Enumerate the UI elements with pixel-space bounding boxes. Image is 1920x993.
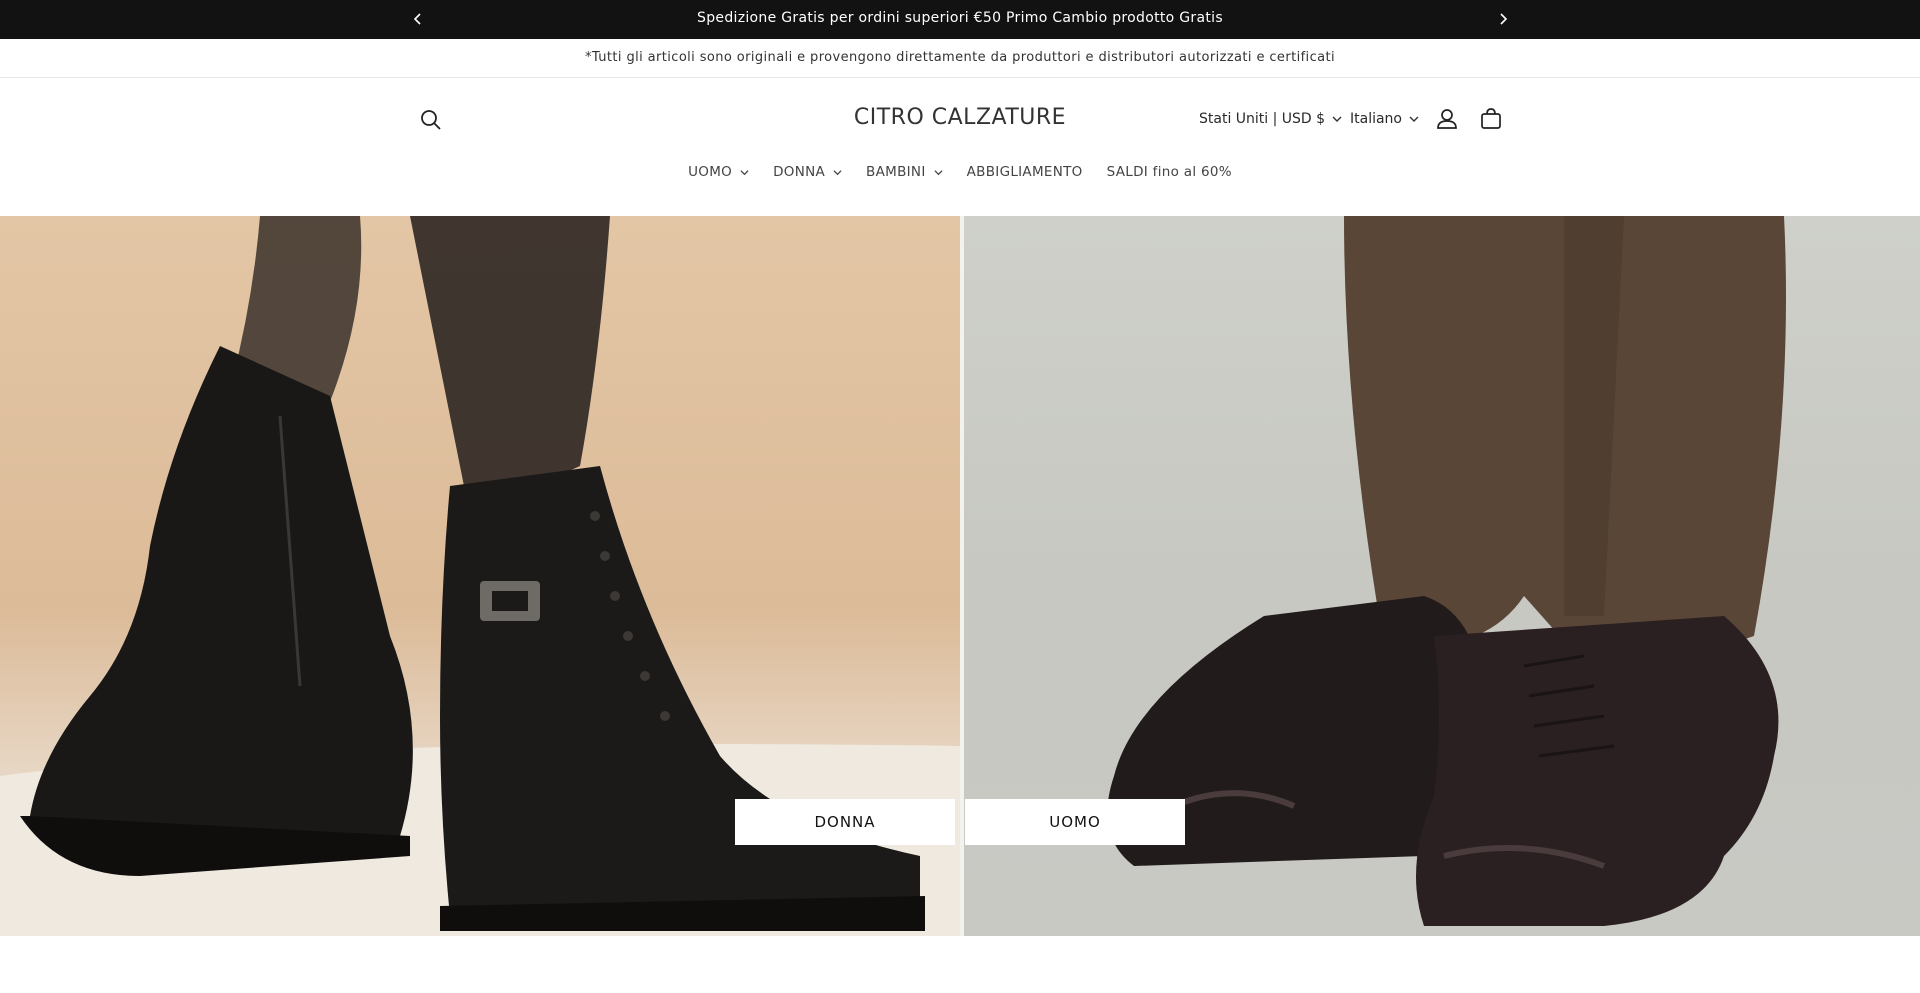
nav-item-label: ABBIGLIAMENTO (966, 164, 1083, 180)
announcement-bar: Spedizione Gratis per ordini superiori €… (0, 0, 1920, 39)
nav-item-bambini[interactable]: BAMBINI (854, 162, 955, 182)
chevron-down-icon (1332, 116, 1342, 122)
chevron-down-icon (934, 169, 943, 175)
hero-banner: DONNA UOMO (0, 216, 1920, 936)
site-logo[interactable]: CITRO CALZATURE (854, 105, 1066, 130)
language-selector-label: Italiano (1350, 111, 1402, 127)
chevron-down-icon (833, 169, 842, 175)
main-nav: UOMO DONNA BAMBINI ABBIGLIAMENTO SALDI f… (0, 162, 1920, 182)
account-icon[interactable] (1434, 106, 1460, 132)
chevron-down-icon (1409, 116, 1419, 122)
nav-item-label: BAMBINI (866, 164, 926, 180)
country-selector[interactable]: Stati Uniti | USD $ (1199, 111, 1342, 127)
country-selector-label: Stati Uniti | USD $ (1199, 111, 1326, 127)
nav-item-label: SALDI fino al 60% (1106, 164, 1232, 180)
site-header: CITRO CALZATURE Stati Uniti | USD $ Ital… (0, 78, 1920, 216)
chevron-right-icon[interactable] (1494, 10, 1512, 28)
cart-icon[interactable] (1478, 106, 1504, 132)
nav-item-saldi[interactable]: SALDI fino al 60% (1095, 162, 1244, 182)
nav-item-label: UOMO (688, 164, 733, 180)
search-icon[interactable] (418, 107, 444, 133)
shop-men-button[interactable]: UOMO (965, 799, 1185, 845)
nav-item-donna[interactable]: DONNA (761, 162, 854, 182)
language-selector[interactable]: Italiano (1350, 111, 1419, 127)
authenticity-notice: *Tutti gli articoli sono originali e pro… (0, 39, 1920, 78)
nav-item-abbigliamento[interactable]: ABBIGLIAMENTO (955, 162, 1095, 182)
nav-item-uomo[interactable]: UOMO (676, 162, 761, 182)
shop-women-button[interactable]: DONNA (735, 799, 955, 845)
chevron-down-icon (740, 169, 749, 175)
announcement-text: Spedizione Gratis per ordini superiori €… (697, 10, 1223, 26)
nav-item-label: DONNA (773, 164, 826, 180)
